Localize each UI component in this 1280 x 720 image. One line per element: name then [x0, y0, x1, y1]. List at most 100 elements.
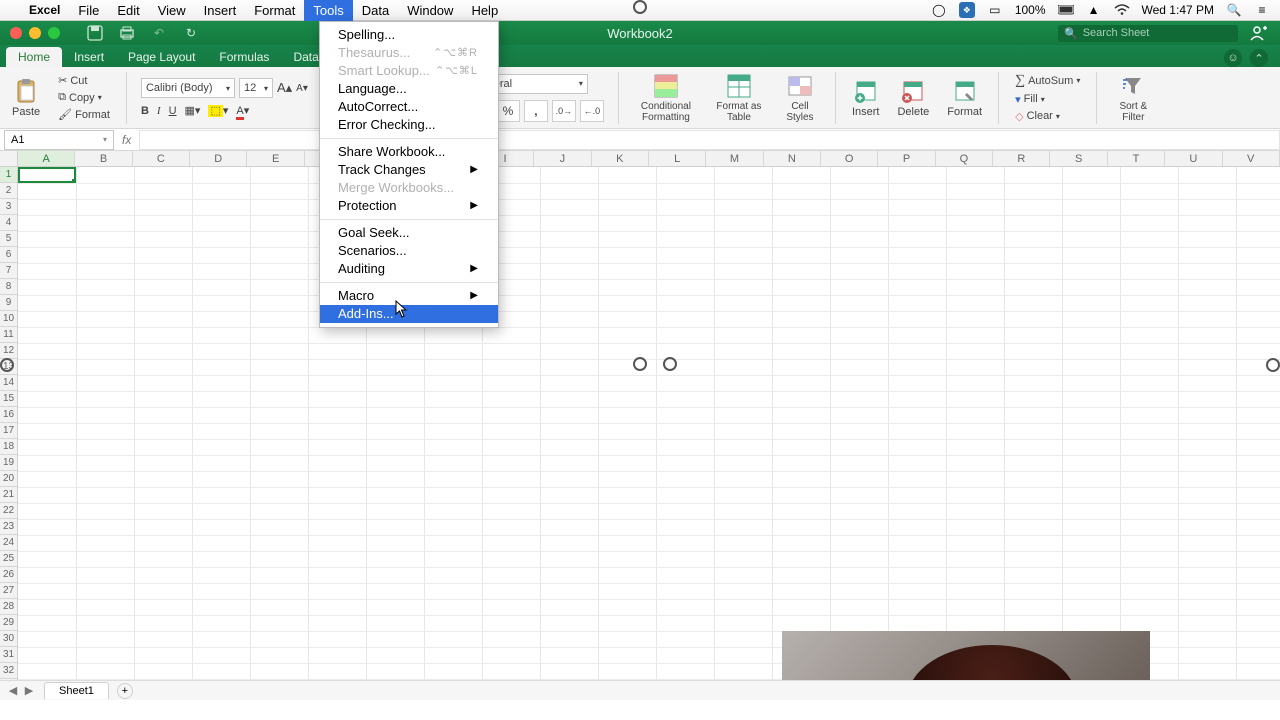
tools-menu-item[interactable]: Error Checking...: [320, 116, 498, 134]
row-header[interactable]: 12: [0, 343, 17, 359]
row-header[interactable]: 11: [0, 327, 17, 343]
row-header[interactable]: 26: [0, 567, 17, 583]
font-color-button[interactable]: A▾: [236, 104, 249, 117]
col-header[interactable]: L: [649, 151, 706, 166]
spotlight-icon[interactable]: 🔍: [1226, 2, 1242, 18]
ribbon-collapse-icon[interactable]: ⌃: [1250, 49, 1268, 67]
decrease-font-icon[interactable]: A▾: [296, 83, 308, 94]
increase-decimal-button[interactable]: .0→: [552, 100, 576, 122]
row-header[interactable]: 24: [0, 535, 17, 551]
row-header[interactable]: 3: [0, 199, 17, 215]
tools-menu-item[interactable]: AutoCorrect...: [320, 98, 498, 116]
row-header[interactable]: 27: [0, 583, 17, 599]
close-window[interactable]: [10, 27, 22, 39]
sheet-tab[interactable]: Sheet1: [44, 682, 109, 699]
row-header[interactable]: 8: [0, 279, 17, 295]
menu-view[interactable]: View: [149, 0, 195, 21]
row-header[interactable]: 15: [0, 391, 17, 407]
clear-button[interactable]: ◇Clear▾: [1013, 109, 1082, 124]
row-header[interactable]: 19: [0, 455, 17, 471]
col-header[interactable]: M: [706, 151, 763, 166]
clock[interactable]: Wed 1:47 PM: [1142, 3, 1214, 17]
col-header[interactable]: Q: [936, 151, 993, 166]
tools-menu-item[interactable]: Language...: [320, 80, 498, 98]
font-family-combo[interactable]: Calibri (Body)▾: [141, 78, 235, 98]
row-header[interactable]: 14: [0, 375, 17, 391]
print-icon[interactable]: [118, 24, 136, 42]
cells-area[interactable]: [18, 167, 1280, 700]
tools-menu-item[interactable]: Macro▶: [320, 287, 498, 305]
row-header[interactable]: 17: [0, 423, 17, 439]
col-header[interactable]: V: [1223, 151, 1280, 166]
row-header[interactable]: 5: [0, 231, 17, 247]
format-as-table-button[interactable]: Format as Table: [709, 71, 769, 125]
increase-font-icon[interactable]: A▴: [277, 80, 292, 96]
row-header[interactable]: 16: [0, 407, 17, 423]
add-sheet-button[interactable]: +: [117, 683, 133, 699]
comma-button[interactable]: ,: [524, 100, 548, 122]
tools-menu-item[interactable]: Add-Ins...: [320, 305, 498, 323]
menu-insert[interactable]: Insert: [195, 0, 246, 21]
save-icon[interactable]: [86, 24, 104, 42]
col-header[interactable]: U: [1165, 151, 1222, 166]
sheet-nav-next[interactable]: ▶: [22, 684, 36, 698]
wifi-icon[interactable]: [1114, 2, 1130, 18]
row-header[interactable]: 6: [0, 247, 17, 263]
active-cell[interactable]: [18, 167, 76, 183]
col-header[interactable]: E: [247, 151, 304, 166]
row-header[interactable]: 18: [0, 439, 17, 455]
ribbon-tab-formulas[interactable]: Formulas: [207, 47, 281, 67]
row-header[interactable]: 28: [0, 599, 17, 615]
column-headers[interactable]: ABCDEFGHIJKLMNOPQRSTUV: [18, 151, 1280, 167]
decrease-decimal-button[interactable]: ←.0: [580, 100, 604, 122]
notification-center-icon[interactable]: ≡: [1254, 2, 1270, 18]
col-header[interactable]: S: [1050, 151, 1107, 166]
row-header[interactable]: 29: [0, 615, 17, 631]
autosum-button[interactable]: ∑AutoSum▾: [1013, 72, 1082, 90]
airplay-icon[interactable]: ▲: [1086, 2, 1102, 18]
row-header[interactable]: 4: [0, 215, 17, 231]
display-icon[interactable]: ▭: [987, 2, 1003, 18]
tools-menu-item[interactable]: Spelling...: [320, 26, 498, 44]
sort-filter-button[interactable]: Sort & Filter: [1107, 71, 1159, 125]
border-button[interactable]: ▦▾: [185, 104, 201, 117]
search-sheet[interactable]: 🔍 Search Sheet: [1058, 25, 1238, 42]
delete-cells-button[interactable]: Delete: [891, 76, 935, 120]
row-headers[interactable]: 1234567891011121314151617181920212223242…: [0, 167, 18, 700]
insert-cells-button[interactable]: Insert: [846, 76, 886, 120]
conditional-formatting-button[interactable]: Conditional Formatting: [629, 71, 703, 125]
format-painter-button[interactable]: 🖌Format: [56, 107, 112, 122]
cell-styles-button[interactable]: Cell Styles: [775, 71, 825, 125]
menu-help[interactable]: Help: [462, 0, 507, 21]
tools-menu-item[interactable]: Goal Seek...: [320, 224, 498, 242]
col-header[interactable]: P: [878, 151, 935, 166]
row-header[interactable]: 2: [0, 183, 17, 199]
tools-menu-item[interactable]: Track Changes▶: [320, 161, 498, 179]
font-size-combo[interactable]: 12▾: [239, 78, 273, 98]
row-header[interactable]: 30: [0, 631, 17, 647]
spreadsheet-grid[interactable]: ABCDEFGHIJKLMNOPQRSTUV 12345678910111213…: [0, 151, 1280, 700]
copy-button[interactable]: ⧉Copy▾: [56, 90, 112, 105]
undo-icon[interactable]: ↶: [150, 24, 168, 42]
col-header[interactable]: R: [993, 151, 1050, 166]
format-cells-button[interactable]: Format: [941, 76, 988, 120]
row-header[interactable]: 20: [0, 471, 17, 487]
menu-tools[interactable]: Tools: [304, 0, 352, 21]
row-header[interactable]: 23: [0, 519, 17, 535]
minimize-window[interactable]: [29, 27, 41, 39]
col-header[interactable]: C: [133, 151, 190, 166]
menu-file[interactable]: File: [69, 0, 108, 21]
row-header[interactable]: 1: [0, 167, 17, 183]
col-header[interactable]: T: [1108, 151, 1165, 166]
ribbon-tab-insert[interactable]: Insert: [62, 47, 116, 67]
cut-button[interactable]: ✂Cut: [56, 73, 112, 88]
col-header[interactable]: N: [764, 151, 821, 166]
italic-button[interactable]: I: [157, 105, 161, 117]
col-header[interactable]: O: [821, 151, 878, 166]
menu-window[interactable]: Window: [398, 0, 462, 21]
bold-button[interactable]: B: [141, 105, 149, 117]
row-header[interactable]: 31: [0, 647, 17, 663]
row-header[interactable]: 22: [0, 503, 17, 519]
tools-menu-item[interactable]: Auditing▶: [320, 260, 498, 278]
name-box[interactable]: A1▾: [4, 130, 114, 150]
